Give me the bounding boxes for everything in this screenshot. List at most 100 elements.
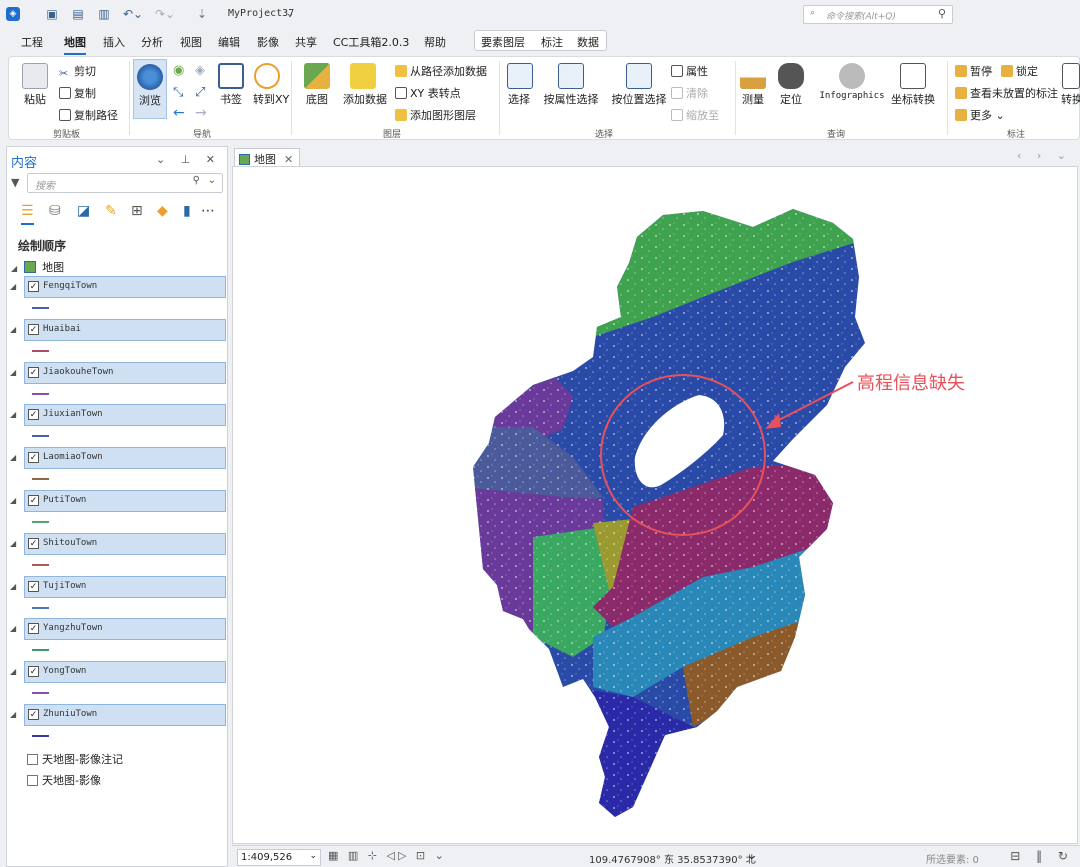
tab-labeling[interactable]: 标注 (541, 34, 563, 50)
paste-button[interactable]: 粘贴 (21, 63, 49, 107)
tab-feature-layer[interactable]: 要素图层 (481, 34, 525, 50)
visibility-checkbox[interactable]: ✓ (28, 623, 39, 635)
menu-insert[interactable]: 插入 (103, 34, 125, 50)
basemap-imagery-layer[interactable]: 天地图-影像 (27, 772, 101, 788)
select-by-attributes-button[interactable]: 按属性选择 (541, 63, 601, 107)
map-canvas[interactable]: 高程信息缺失 (233, 167, 1079, 845)
open-project-icon[interactable]: ▤ (70, 6, 86, 22)
cut-button[interactable]: ✂ 剪切 (59, 63, 96, 80)
tab-map[interactable]: 地图 ✕ (234, 148, 301, 166)
expand-icon[interactable]: ◢ (10, 410, 16, 419)
coordinate-format-dropdown[interactable]: ⌄ (747, 849, 756, 862)
filter-icon[interactable]: ▼ (11, 176, 19, 189)
view-unplaced-button[interactable]: 查看未放置的标注 (955, 85, 1058, 101)
visibility-checkbox[interactable]: ✓ (28, 580, 39, 592)
zoom-in-fixed-icon[interactable]: ⤡ (173, 85, 183, 100)
expand-icon[interactable]: ◢ (10, 496, 16, 505)
layer-item[interactable]: ✓ ShitouTown (24, 532, 226, 555)
menu-edit[interactable]: 编辑 (218, 34, 240, 50)
new-project-icon[interactable]: ▣ (44, 6, 60, 22)
layer-item[interactable]: ✓ PutiTown (24, 490, 226, 512)
command-search-input[interactable]: ⌕ 命令搜索(Alt+Q) ⚲ (803, 5, 953, 24)
redo-icon[interactable]: ↷⌄ (152, 6, 178, 22)
copy-path-button[interactable]: 复制路径 (59, 107, 118, 123)
visibility-checkbox[interactable]: ✓ (28, 366, 39, 378)
locate-button[interactable]: 定位 (777, 63, 805, 107)
zoom-out-fixed-icon[interactable]: ⤢ (195, 85, 205, 100)
layer-item[interactable]: ✓ ZhuniuTown (24, 704, 226, 726)
expand-icon[interactable]: ◢ (10, 667, 16, 676)
expand-icon[interactable]: ◢ (10, 624, 16, 633)
layer-item[interactable]: ✓ FengqiTown (24, 276, 226, 298)
coordinate-convert-button[interactable]: 坐标转换 (891, 63, 935, 107)
expand-icon[interactable]: ◢ (10, 539, 16, 548)
basemap-annotation-layer[interactable]: 天地图-影像注记 (27, 751, 123, 767)
select-button[interactable]: 选择 (507, 63, 533, 107)
select-by-location-button[interactable]: 按位置选择 (607, 63, 671, 107)
pause-labeling-button[interactable]: 暂停 (955, 63, 992, 79)
measure-button[interactable]: 测量 (739, 63, 767, 107)
more-labeling-button[interactable]: 更多 ⌄ (955, 107, 1005, 123)
clear-selection-button[interactable]: 清除 (671, 85, 708, 101)
full-extent-icon[interactable]: ◉ (173, 63, 184, 78)
menu-project[interactable]: 工程 (21, 34, 43, 50)
back-icon[interactable]: ← (173, 105, 185, 121)
menu-imagery[interactable]: 影像 (257, 34, 279, 50)
labeling-icon[interactable]: ◆ (157, 203, 168, 219)
visibility-checkbox[interactable] (27, 754, 38, 765)
visibility-checkbox[interactable]: ✓ (28, 281, 39, 292)
infographics-button[interactable]: Infographics (815, 63, 889, 101)
map-node[interactable]: ◢ 地图 (11, 259, 64, 275)
scale-selector[interactable]: 1:409,526 ⌄ (237, 849, 321, 866)
menu-share[interactable]: 共享 (295, 34, 317, 50)
add-graphics-layer-button[interactable]: 添加图形图层 (395, 107, 476, 123)
expand-icon[interactable]: ◢ (10, 710, 16, 719)
zoom-to-selection-button[interactable]: 缩放至 (671, 107, 719, 123)
layer-item[interactable]: ✓ YangzhuTown (24, 618, 226, 641)
layer-item[interactable]: ✓ JiaokouheTown (24, 361, 226, 384)
layer-item[interactable]: ✓ TujiTown (24, 575, 226, 598)
layer-item[interactable]: ✓ Huaibai (24, 318, 226, 341)
map-tools-icons[interactable]: ▦ ▥ ⊹ ◁▷ ⊡ ⌄ (328, 849, 447, 862)
customize-qat-icon[interactable]: ⇣ (194, 6, 210, 22)
expand-icon[interactable]: ◢ (10, 368, 16, 377)
layer-item[interactable]: ✓ JiuxianTown (24, 404, 226, 427)
bookmarks-button[interactable]: 书签 (217, 63, 245, 107)
project-dropdown-icon[interactable]: ⌄ (287, 8, 293, 19)
explore-button[interactable]: 浏览 (133, 59, 167, 119)
expand-icon[interactable]: ◢ (11, 264, 17, 273)
add-from-path-button[interactable]: 从路径添加数据 (395, 63, 487, 79)
xy-to-point-button[interactable]: XY 表转点 (395, 85, 461, 101)
visibility-checkbox[interactable]: ✓ (28, 495, 39, 506)
fixed-zoom-icon[interactable]: ◈ (195, 63, 205, 78)
close-icon[interactable]: ✕ (284, 153, 293, 166)
more-icon[interactable]: ⋯ (201, 203, 215, 219)
expand-icon[interactable]: ◢ (10, 453, 16, 462)
menu-cc-toolbox[interactable]: CC工具箱2.0.3 (333, 34, 409, 50)
tab-data[interactable]: 数据 (577, 34, 599, 50)
convert-labels-button[interactable]: 转换 (1061, 63, 1080, 107)
tab-nav-icon[interactable]: ‹ › ⌄ (1017, 149, 1072, 162)
pause-refresh-icons[interactable]: ⊟ ‖ ↻ (1010, 849, 1074, 863)
data-source-icon[interactable]: ⛁ (49, 203, 61, 219)
contents-search-input[interactable]: 搜索 ⚲ ⌄ (27, 173, 223, 193)
copy-button[interactable]: 复制 (59, 85, 96, 101)
add-data-button[interactable]: 添加数据 (343, 63, 387, 107)
drawing-order-icon[interactable]: ☰ (21, 203, 34, 225)
chevron-down-icon[interactable]: ⌄ (208, 175, 216, 186)
menu-view[interactable]: 视图 (180, 34, 202, 50)
basemap-button[interactable]: 底图 (301, 63, 333, 107)
forward-icon[interactable]: → (195, 105, 207, 121)
expand-icon[interactable]: ◢ (10, 582, 16, 591)
expand-icon[interactable]: ◢ (10, 282, 16, 291)
menu-analysis[interactable]: 分析 (141, 34, 163, 50)
pane-options-icon[interactable]: ⌄ ⊥ ✕ (156, 153, 221, 166)
visibility-checkbox[interactable]: ✓ (28, 709, 39, 720)
visibility-checkbox[interactable]: ✓ (28, 409, 39, 421)
menu-map[interactable]: 地图 (64, 34, 86, 55)
visibility-checkbox[interactable] (27, 775, 38, 786)
layer-item[interactable]: ✓ LaomiaoTown (24, 447, 226, 470)
visibility-checkbox[interactable]: ✓ (28, 323, 39, 335)
goto-xy-button[interactable]: 转到XY (253, 63, 289, 107)
save-project-icon[interactable]: ▥ (96, 6, 112, 22)
